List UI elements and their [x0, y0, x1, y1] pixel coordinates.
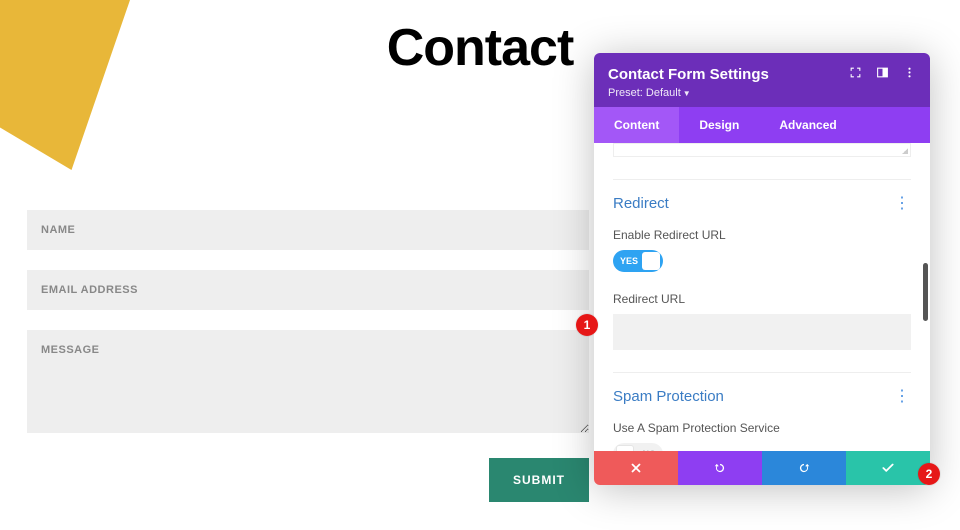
- panel-title: Contact Form Settings: [608, 66, 769, 83]
- scrollbar-thumb[interactable]: [923, 263, 928, 321]
- cancel-button[interactable]: [594, 451, 678, 485]
- name-field[interactable]: [27, 210, 589, 250]
- toggle-state-label: NO: [643, 449, 657, 451]
- panel-footer: [594, 451, 930, 485]
- chevron-down-icon: ▼: [683, 89, 691, 98]
- contact-form: SUBMIT: [27, 210, 589, 502]
- redirect-url-input[interactable]: [613, 314, 911, 350]
- undo-icon: [713, 461, 727, 475]
- enable-redirect-label: Enable Redirect URL: [613, 228, 911, 242]
- kebab-icon[interactable]: [903, 66, 916, 84]
- expand-icon[interactable]: [849, 66, 862, 84]
- spam-service-toggle[interactable]: NO: [613, 443, 663, 451]
- redo-icon: [797, 461, 811, 475]
- preset-selector[interactable]: Preset: Default▼: [608, 87, 769, 99]
- undo-button[interactable]: [678, 451, 762, 485]
- tab-advanced[interactable]: Advanced: [759, 107, 856, 143]
- snap-icon[interactable]: [876, 66, 889, 84]
- preset-prefix: Preset:: [608, 87, 646, 99]
- check-icon: [881, 461, 895, 475]
- prev-section-textarea[interactable]: [613, 143, 911, 157]
- tab-design[interactable]: Design: [679, 107, 759, 143]
- submit-button[interactable]: SUBMIT: [489, 458, 589, 502]
- spam-section-menu-icon[interactable]: ⋮: [892, 393, 911, 401]
- redo-button[interactable]: [762, 451, 846, 485]
- annotation-badge-2: 2: [918, 463, 940, 485]
- tab-content[interactable]: Content: [594, 107, 679, 143]
- settings-panel: Contact Form Settings Preset: Default▼ C…: [594, 53, 930, 485]
- redirect-url-label: Redirect URL: [613, 292, 911, 306]
- save-button[interactable]: [846, 451, 930, 485]
- spam-section-title: Spam Protection: [613, 388, 724, 405]
- toggle-knob: [642, 252, 660, 270]
- annotation-badge-1: 1: [576, 314, 598, 336]
- toggle-state-label: YES: [620, 256, 638, 266]
- panel-header: Contact Form Settings Preset: Default▼: [594, 53, 930, 107]
- redirect-section-title: Redirect: [613, 195, 669, 212]
- toggle-knob: [616, 445, 634, 451]
- message-field[interactable]: [27, 330, 589, 433]
- email-field[interactable]: [27, 270, 589, 310]
- preset-value: Default: [646, 87, 681, 99]
- redirect-section-menu-icon[interactable]: ⋮: [892, 200, 911, 208]
- enable-redirect-toggle[interactable]: YES: [613, 250, 663, 272]
- panel-tabs: Content Design Advanced: [594, 107, 930, 143]
- spam-service-label: Use A Spam Protection Service: [613, 421, 911, 435]
- panel-body[interactable]: Redirect ⋮ Enable Redirect URL YES Redir…: [594, 143, 930, 451]
- close-icon: [629, 461, 643, 475]
